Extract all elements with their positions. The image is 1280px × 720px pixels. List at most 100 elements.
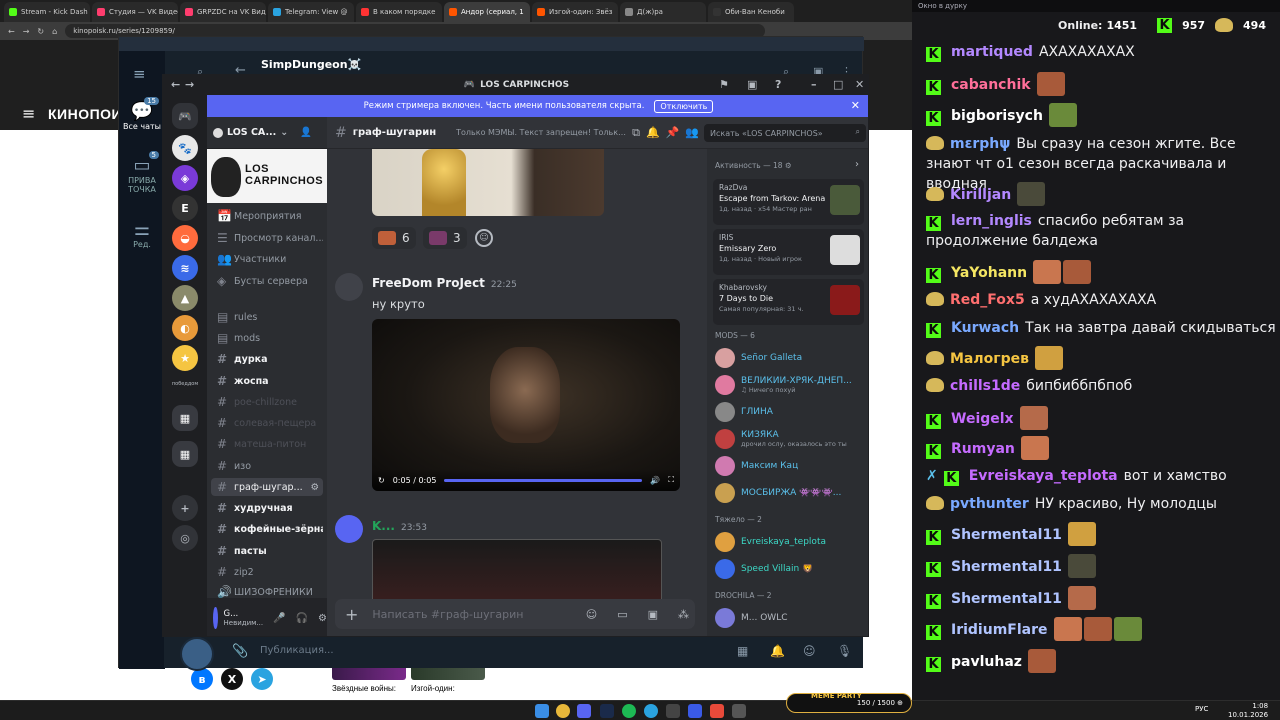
close-icon[interactable]: ✕ <box>851 99 860 112</box>
server-icon[interactable]: ≋ <box>172 255 198 281</box>
folder-all-chats[interactable]: 💬 15 Все чаты <box>123 97 161 131</box>
browser-tab[interactable]: Д(ж)ра <box>620 2 706 22</box>
chat-message[interactable]: ✗ K Evreiskaya_teplota вот и хамство <box>926 466 1276 486</box>
avatar[interactable] <box>335 273 363 301</box>
poster-caption[interactable]: Звёздные войны: <box>332 684 396 693</box>
server-folder[interactable]: ▦ <box>172 441 198 467</box>
app-icon[interactable] <box>666 704 680 718</box>
help-icon[interactable]: ? <box>775 78 781 91</box>
channel-item[interactable]: # изо <box>211 457 323 475</box>
message-image[interactable] <box>372 149 604 216</box>
search-input[interactable]: Искать «LOS CARPINCHOS» ⌕ <box>704 124 866 142</box>
member-item[interactable]: МОСБИРЖА 👾👾👾... <box>713 482 864 504</box>
replay-icon[interactable]: ↻ <box>378 476 385 485</box>
message-input[interactable]: Написать #граф-шугарин <box>372 608 571 621</box>
menu-icon[interactable]: ≡ <box>133 65 146 83</box>
chat-message[interactable]: K Shermental11 <box>926 586 1276 610</box>
member-item[interactable]: ВЕЛИКИЙ-ХРЯК-ДНЕП... ♫ Ничего похуй <box>713 374 864 396</box>
member-item[interactable]: Evreiskaya_teplota <box>713 531 864 553</box>
emoji-icon[interactable]: ☺ <box>586 608 597 621</box>
volume-icon[interactable]: 🔊 <box>650 476 660 485</box>
chat-message[interactable]: Kbigborisych <box>926 103 1276 127</box>
microphone-icon[interactable]: 🎙 <box>837 644 852 658</box>
headphones-icon[interactable]: 🎧 <box>296 613 308 624</box>
chat-message[interactable]: pvthunter НУ красиво, Ну молодцы <box>926 494 1276 514</box>
member-item[interactable]: Максим Кац <box>713 455 864 477</box>
channel-item[interactable]: # жоспа <box>211 372 323 390</box>
clock[interactable]: 1:08 10.01.2026 <box>1228 702 1268 720</box>
server-icon[interactable]: ◒ <box>172 225 198 251</box>
add-attachment-icon[interactable]: + <box>345 605 358 624</box>
channel-item[interactable]: # кофейные-зёрна <box>211 520 323 538</box>
chat-message[interactable]: Малогрев <box>926 346 1276 370</box>
channel-topic[interactable]: Только МЭМЫ. Текст запрещен! Только э... <box>456 128 626 137</box>
channel-item[interactable]: 👥 Участники <box>211 250 323 268</box>
reaction-button[interactable]: 3 <box>423 227 467 249</box>
avatar[interactable] <box>213 607 218 629</box>
server-icon[interactable]: ★ <box>172 345 198 371</box>
apps-icon[interactable]: ⁂ <box>678 608 689 621</box>
member-item[interactable]: КИЗЯКА дрочил ослу, оказалось это ты <box>713 428 864 450</box>
activity-card[interactable]: RazDva Escape from Tarkov: Arena 1д. назад… <box>713 179 864 225</box>
sticker-icon[interactable]: ▣ <box>648 608 658 621</box>
pin-icon[interactable]: 📌 <box>666 126 680 139</box>
maximize-icon[interactable]: □ <box>833 78 843 91</box>
gear-icon[interactable]: ⚙ <box>318 613 327 624</box>
channel-item[interactable]: # poe-chillzone <box>211 393 323 411</box>
channel-item[interactable]: # солевая-пещера <box>211 414 323 432</box>
message-author[interactable]: FreeDom ProJect 22:25 <box>372 276 517 290</box>
message-input[interactable]: Публикация... <box>260 645 334 656</box>
bell-icon[interactable]: 🔔 <box>646 126 660 139</box>
member-item[interactable]: Speed Villain 🦁 <box>713 558 864 580</box>
member-item[interactable]: Señor Galleta <box>713 347 864 369</box>
hamburger-menu-icon[interactable]: ≡ <box>22 104 35 123</box>
steam-icon[interactable] <box>600 704 614 718</box>
folder-private[interactable]: ▭ 5 ПРИВАТОЧКА <box>123 151 161 194</box>
channel-item[interactable]: # дурка <box>211 350 323 368</box>
server-icon[interactable]: 🐾 <box>172 135 198 161</box>
x-icon[interactable]: X <box>221 668 243 690</box>
gif-icon[interactable]: ▭ <box>617 608 627 621</box>
server-icon[interactable]: ◈ <box>172 165 198 191</box>
member-item[interactable]: M... OWLC <box>713 607 864 629</box>
video-player[interactable]: ↻ 0:05 / 0:05 🔊 ⛶ <box>372 319 680 491</box>
spotify-icon[interactable] <box>622 704 636 718</box>
message-author[interactable]: K... 23:53 <box>372 519 427 533</box>
activity-card[interactable]: IRIS Emissary Zero 1д. назад · Новый игрок <box>713 229 864 275</box>
channel-item[interactable]: 📅 Мероприятия <box>211 207 323 225</box>
chat-message[interactable]: Kmartiqued АХАХАХАХАХ <box>926 42 1276 62</box>
forward-icon[interactable]: → <box>185 78 194 91</box>
member-item[interactable]: ГЛИНА <box>713 401 864 423</box>
chat-message[interactable]: K YaYohann <box>926 260 1276 284</box>
reaction-button[interactable]: 6 <box>372 227 416 249</box>
browser-tab[interactable]: Оби-Ван Кеноби <box>708 2 794 22</box>
forward-icon[interactable]: → <box>23 27 30 36</box>
browser-tab[interactable]: Изгой-один: Звёз <box>532 2 618 22</box>
language-indicator[interactable]: РУС <box>1195 705 1208 713</box>
server-icon[interactable]: ▲ <box>172 285 198 311</box>
message-image[interactable] <box>372 539 662 599</box>
add-server-icon[interactable]: + <box>172 495 198 521</box>
server-header[interactable]: LOS CA... ⌄ 👤 <box>207 117 327 149</box>
folder-edit[interactable]: ⚌ Ред. <box>123 219 161 249</box>
chat-message[interactable]: Kirilljan <box>926 182 1276 206</box>
vk-icon[interactable]: в <box>191 668 213 690</box>
disable-streamer-button[interactable]: Отключить <box>654 99 714 113</box>
poster-caption[interactable]: Изгой-один: <box>411 684 455 693</box>
chat-message[interactable]: Kpavluhaz <box>926 649 1276 673</box>
home-icon[interactable]: ⌂ <box>52 27 57 36</box>
threads-icon[interactable]: ⧉ <box>632 126 640 140</box>
browser-tab[interactable]: Андор (сериал, 1 <box>444 2 530 22</box>
channel-item[interactable]: ▤ rules <box>211 308 323 326</box>
attach-icon[interactable]: 📎 <box>232 644 248 659</box>
chat-message[interactable]: K Rumyan <box>926 436 1276 460</box>
browser-tab[interactable]: Telegram: View @ <box>268 2 354 22</box>
start-icon[interactable] <box>535 704 549 718</box>
video-progress[interactable] <box>444 478 643 482</box>
chat-message[interactable]: chills1de бипбиббпбпоб <box>926 376 1276 396</box>
chat-message[interactable]: Red_Fox5 а худАХАХАХАХА <box>926 290 1276 310</box>
chevron-right-icon[interactable]: › <box>855 159 859 170</box>
chat-message[interactable]: Kcabanchik <box>926 72 1276 96</box>
flag-icon[interactable]: ⚑ <box>719 78 729 91</box>
chat-message[interactable]: K Shermental11 <box>926 522 1276 546</box>
